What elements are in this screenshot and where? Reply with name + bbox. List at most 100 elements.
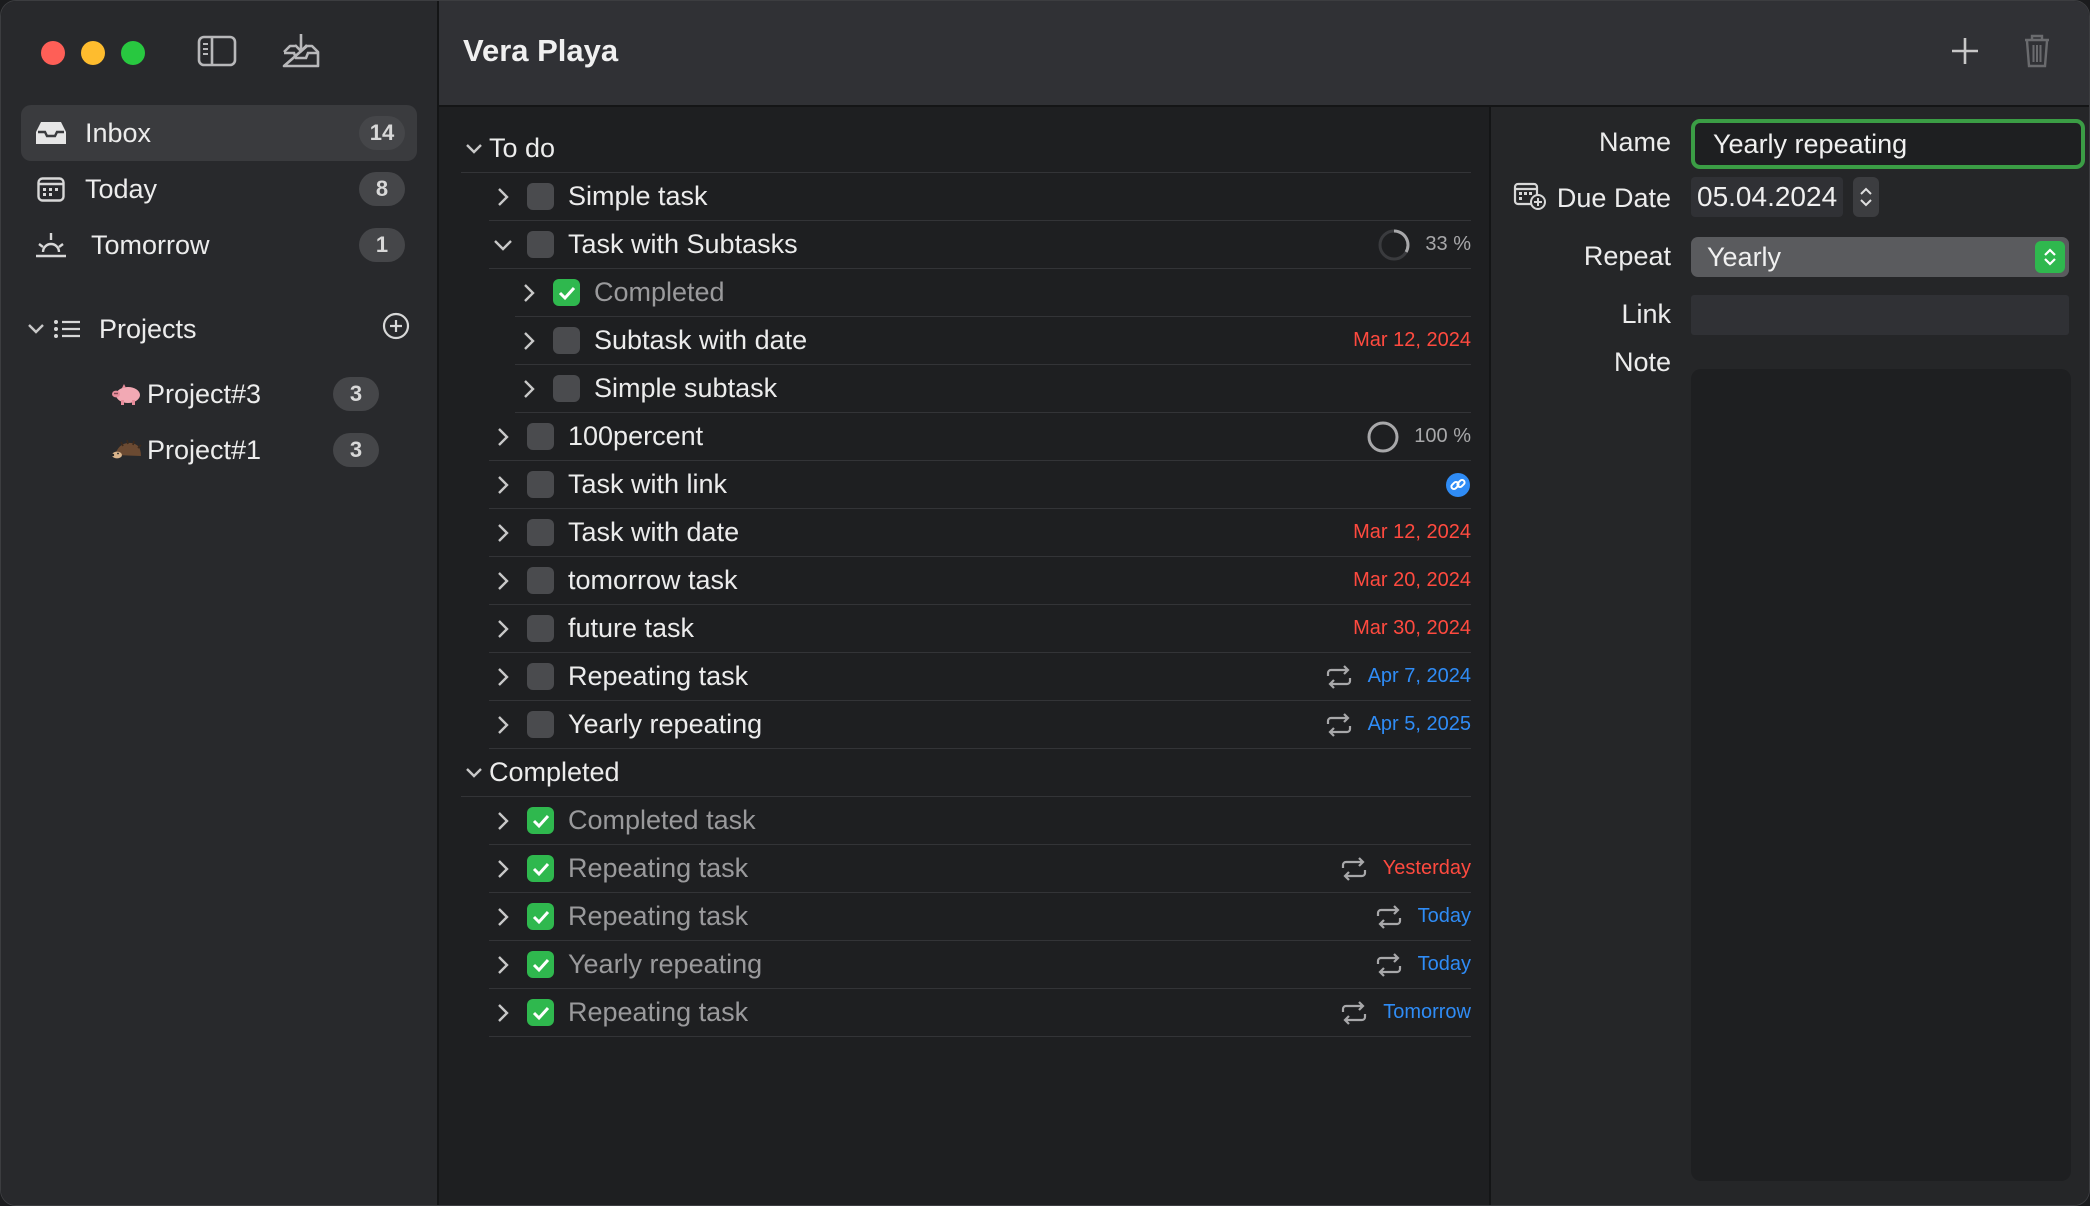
task-row[interactable]: Task with link	[489, 461, 1471, 509]
chevron-right-icon[interactable]	[489, 1003, 517, 1023]
window-minimize-button[interactable]	[81, 41, 105, 65]
subtask-row[interactable]: Simple subtask	[515, 365, 1471, 413]
chevron-right-icon[interactable]	[489, 715, 517, 735]
group-todo-header[interactable]: To do	[461, 125, 1471, 173]
task-checkbox[interactable]	[527, 711, 554, 738]
task-checkbox[interactable]	[527, 183, 554, 210]
link-input[interactable]	[1691, 295, 2069, 335]
subtask-row[interactable]: Completed	[515, 269, 1471, 317]
due-date-field[interactable]: 05.04.2024	[1691, 175, 1880, 219]
chevron-right-icon[interactable]	[489, 955, 517, 975]
repeat-select[interactable]: Yearly	[1691, 237, 2069, 277]
task-row[interactable]: tomorrow task Mar 20, 2024	[489, 557, 1471, 605]
count-badge: 3	[333, 433, 379, 467]
chevron-right-icon[interactable]	[489, 619, 517, 639]
chevron-down-icon[interactable]	[461, 767, 487, 779]
add-project-icon[interactable]	[381, 311, 411, 348]
task-row[interactable]: Repeating task Yesterday	[489, 845, 1471, 893]
chevron-down-icon[interactable]	[461, 143, 487, 155]
sidebar-item-project-1[interactable]: Project#1 3	[109, 425, 379, 475]
task-checkbox[interactable]	[527, 231, 554, 258]
task-checkbox[interactable]	[527, 471, 554, 498]
toggle-sidebar-icon[interactable]	[195, 29, 239, 73]
add-task-button[interactable]	[1943, 29, 1987, 73]
due-date-value[interactable]: 05.04.2024	[1691, 177, 1844, 217]
task-row[interactable]: Task with date Mar 12, 2024	[489, 509, 1471, 557]
repeat-icon	[1326, 712, 1351, 737]
task-row[interactable]: Repeating task Tomorrow	[489, 989, 1471, 1037]
task-checkbox[interactable]	[527, 999, 554, 1026]
chevron-right-icon[interactable]	[489, 427, 517, 447]
task-row[interactable]: Repeating task Today	[489, 893, 1471, 941]
chevron-down-icon[interactable]	[489, 239, 517, 251]
name-label: Name	[1598, 127, 1671, 157]
chevron-right-icon[interactable]	[515, 283, 543, 303]
chevron-right-icon[interactable]	[515, 331, 543, 351]
note-textarea[interactable]	[1691, 369, 2071, 1181]
task-row[interactable]: 100percent 100 %	[489, 413, 1471, 461]
chevron-down-icon[interactable]	[23, 323, 49, 335]
window-close-button[interactable]	[41, 41, 65, 65]
chevron-right-icon[interactable]	[489, 907, 517, 927]
chevron-right-icon[interactable]	[489, 859, 517, 879]
task-checkbox[interactable]	[527, 807, 554, 834]
task-row[interactable]: future task Mar 30, 2024	[489, 605, 1471, 653]
sidebar-item-today[interactable]: Today 8	[21, 161, 417, 217]
task-checkbox[interactable]	[527, 567, 554, 594]
sidebar-item-inbox[interactable]: Inbox 14	[21, 105, 417, 161]
date-stepper[interactable]	[1853, 177, 1880, 217]
sunrise-icon	[23, 230, 79, 260]
task-checkbox[interactable]	[527, 663, 554, 690]
task-checkbox[interactable]	[527, 423, 554, 450]
task-name-input[interactable]: Yearly repeating	[1691, 119, 2085, 169]
calendar-add-icon[interactable]	[1513, 181, 1547, 216]
task-row[interactable]: Task with Subtasks 33 %	[489, 221, 1471, 269]
inbox-download-icon[interactable]	[279, 29, 323, 73]
delete-task-button[interactable]	[2015, 29, 2059, 73]
task-detail-pane: Name Yearly repeating Due Date 05.04.202…	[1491, 107, 2089, 1205]
chevron-right-icon[interactable]	[489, 811, 517, 831]
repeat-icon	[1376, 904, 1401, 929]
checkmark-icon	[532, 862, 549, 876]
task-row[interactable]: Yearly repeating Apr 5, 2025	[489, 701, 1471, 749]
task-row[interactable]: Yearly repeating Today	[489, 941, 1471, 989]
group-completed-header[interactable]: Completed	[461, 749, 1471, 797]
task-checkbox[interactable]	[553, 375, 580, 402]
due-date: Tomorrow	[1383, 1001, 1471, 1023]
repeat-select-value: Yearly	[1707, 241, 1782, 272]
chevron-right-icon[interactable]	[489, 523, 517, 543]
task-checkbox[interactable]	[553, 279, 580, 306]
task-label: Task with Subtasks	[568, 229, 798, 259]
task-checkbox[interactable]	[527, 855, 554, 882]
link-icon[interactable]	[1445, 472, 1471, 498]
chevron-right-icon[interactable]	[515, 379, 543, 399]
task-row[interactable]: Completed task	[489, 797, 1471, 845]
repeat-icon	[1341, 856, 1366, 881]
task-row[interactable]: Simple task	[489, 173, 1471, 221]
count-badge: 14	[359, 116, 405, 150]
sidebar-item-project-3[interactable]: Project#3 3	[109, 369, 379, 419]
subtask-row[interactable]: Subtask with date Mar 12, 2024	[515, 317, 1471, 365]
sidebar-item-tomorrow[interactable]: Tomorrow 1	[21, 217, 417, 273]
task-label: future task	[568, 613, 695, 643]
due-date: Yesterday	[1382, 857, 1471, 879]
project-label: Project#3	[147, 378, 262, 409]
task-checkbox[interactable]	[527, 519, 554, 546]
window-zoom-button[interactable]	[121, 41, 145, 65]
chevron-right-icon[interactable]	[489, 187, 517, 207]
task-checkbox[interactable]	[527, 903, 554, 930]
task-checkbox[interactable]	[527, 951, 554, 978]
chevron-right-icon[interactable]	[489, 667, 517, 687]
sidebar-item-label: Tomorrow	[91, 229, 210, 260]
projects-section-header[interactable]: Projects	[23, 307, 413, 351]
task-label: Repeating task	[568, 997, 749, 1027]
chevron-right-icon[interactable]	[489, 571, 517, 591]
task-checkbox[interactable]	[527, 615, 554, 642]
task-row[interactable]: Repeating task Apr 7, 2024	[489, 653, 1471, 701]
chevron-right-icon[interactable]	[489, 475, 517, 495]
sidebar: Inbox 14 Today 8 Tomorrow 1 Projects Pro…	[1, 1, 439, 1205]
task-checkbox[interactable]	[553, 327, 580, 354]
group-label: Completed	[489, 757, 620, 787]
checkmark-icon	[532, 958, 549, 972]
app-window: Inbox 14 Today 8 Tomorrow 1 Projects Pro…	[0, 0, 2090, 1206]
